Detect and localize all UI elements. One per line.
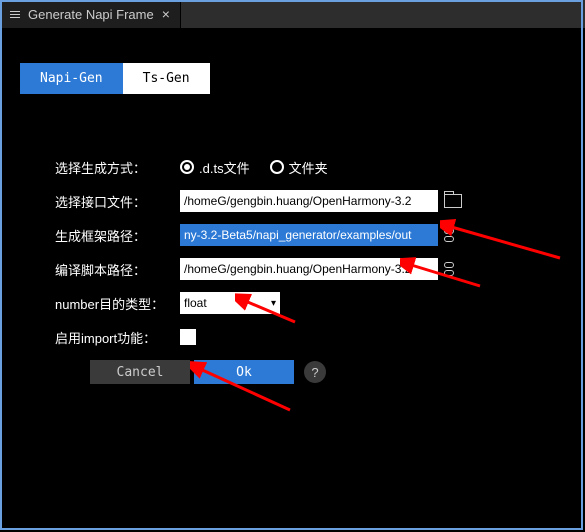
menu-icon	[10, 11, 20, 18]
cancel-button[interactable]: Cancel	[90, 360, 190, 384]
enable-import-checkbox[interactable]	[180, 329, 196, 345]
script-path-input[interactable]: /homeG/gengbin.huang/OpenHarmony-3.2	[180, 258, 438, 280]
radio-label: .d.ts文件	[199, 158, 250, 177]
select-value: float	[184, 296, 207, 310]
close-icon[interactable]: ×	[162, 6, 170, 22]
frame-path-input[interactable]: ny-3.2-Beta5/napi_generator/examples/out	[180, 224, 438, 246]
tab-bar: Generate Napi Frame ×	[0, 0, 585, 28]
help-button[interactable]: ?	[304, 361, 326, 383]
window-tab[interactable]: Generate Napi Frame ×	[0, 0, 181, 28]
label-enable-import: 启用import功能：	[55, 328, 180, 347]
number-type-select[interactable]: float ▾	[180, 292, 280, 314]
mode-tabs: Napi-Gen Ts-Gen	[20, 63, 585, 94]
radio-icon	[180, 160, 194, 174]
chevron-down-icon: ▾	[271, 298, 276, 309]
radio-folder[interactable]: 文件夹	[270, 158, 328, 177]
radio-label: 文件夹	[289, 158, 328, 177]
label-number-type: number目的类型：	[55, 294, 180, 313]
folder-icon[interactable]	[444, 194, 462, 208]
tab-title: Generate Napi Frame	[28, 7, 154, 22]
label-gen-mode: 选择生成方式：	[55, 158, 180, 177]
radio-icon	[270, 160, 284, 174]
link-icon[interactable]	[444, 228, 454, 242]
interface-file-input[interactable]: /homeG/gengbin.huang/OpenHarmony-3.2	[180, 190, 438, 212]
radio-group-gen-mode: .d.ts文件 文件夹	[180, 158, 328, 177]
tab-ts-gen[interactable]: Ts-Gen	[123, 63, 210, 94]
label-script-path: 编译脚本路径：	[55, 260, 180, 279]
form: 选择生成方式： .d.ts文件 文件夹 选择接口文件： /homeG/gengb…	[55, 154, 585, 384]
radio-dts-file[interactable]: .d.ts文件	[180, 158, 250, 177]
tab-napi-gen[interactable]: Napi-Gen	[20, 63, 123, 94]
ok-button[interactable]: Ok	[194, 360, 294, 384]
label-frame-path: 生成框架路径：	[55, 226, 180, 245]
link-icon[interactable]	[444, 262, 454, 276]
label-interface-file: 选择接口文件：	[55, 192, 180, 211]
